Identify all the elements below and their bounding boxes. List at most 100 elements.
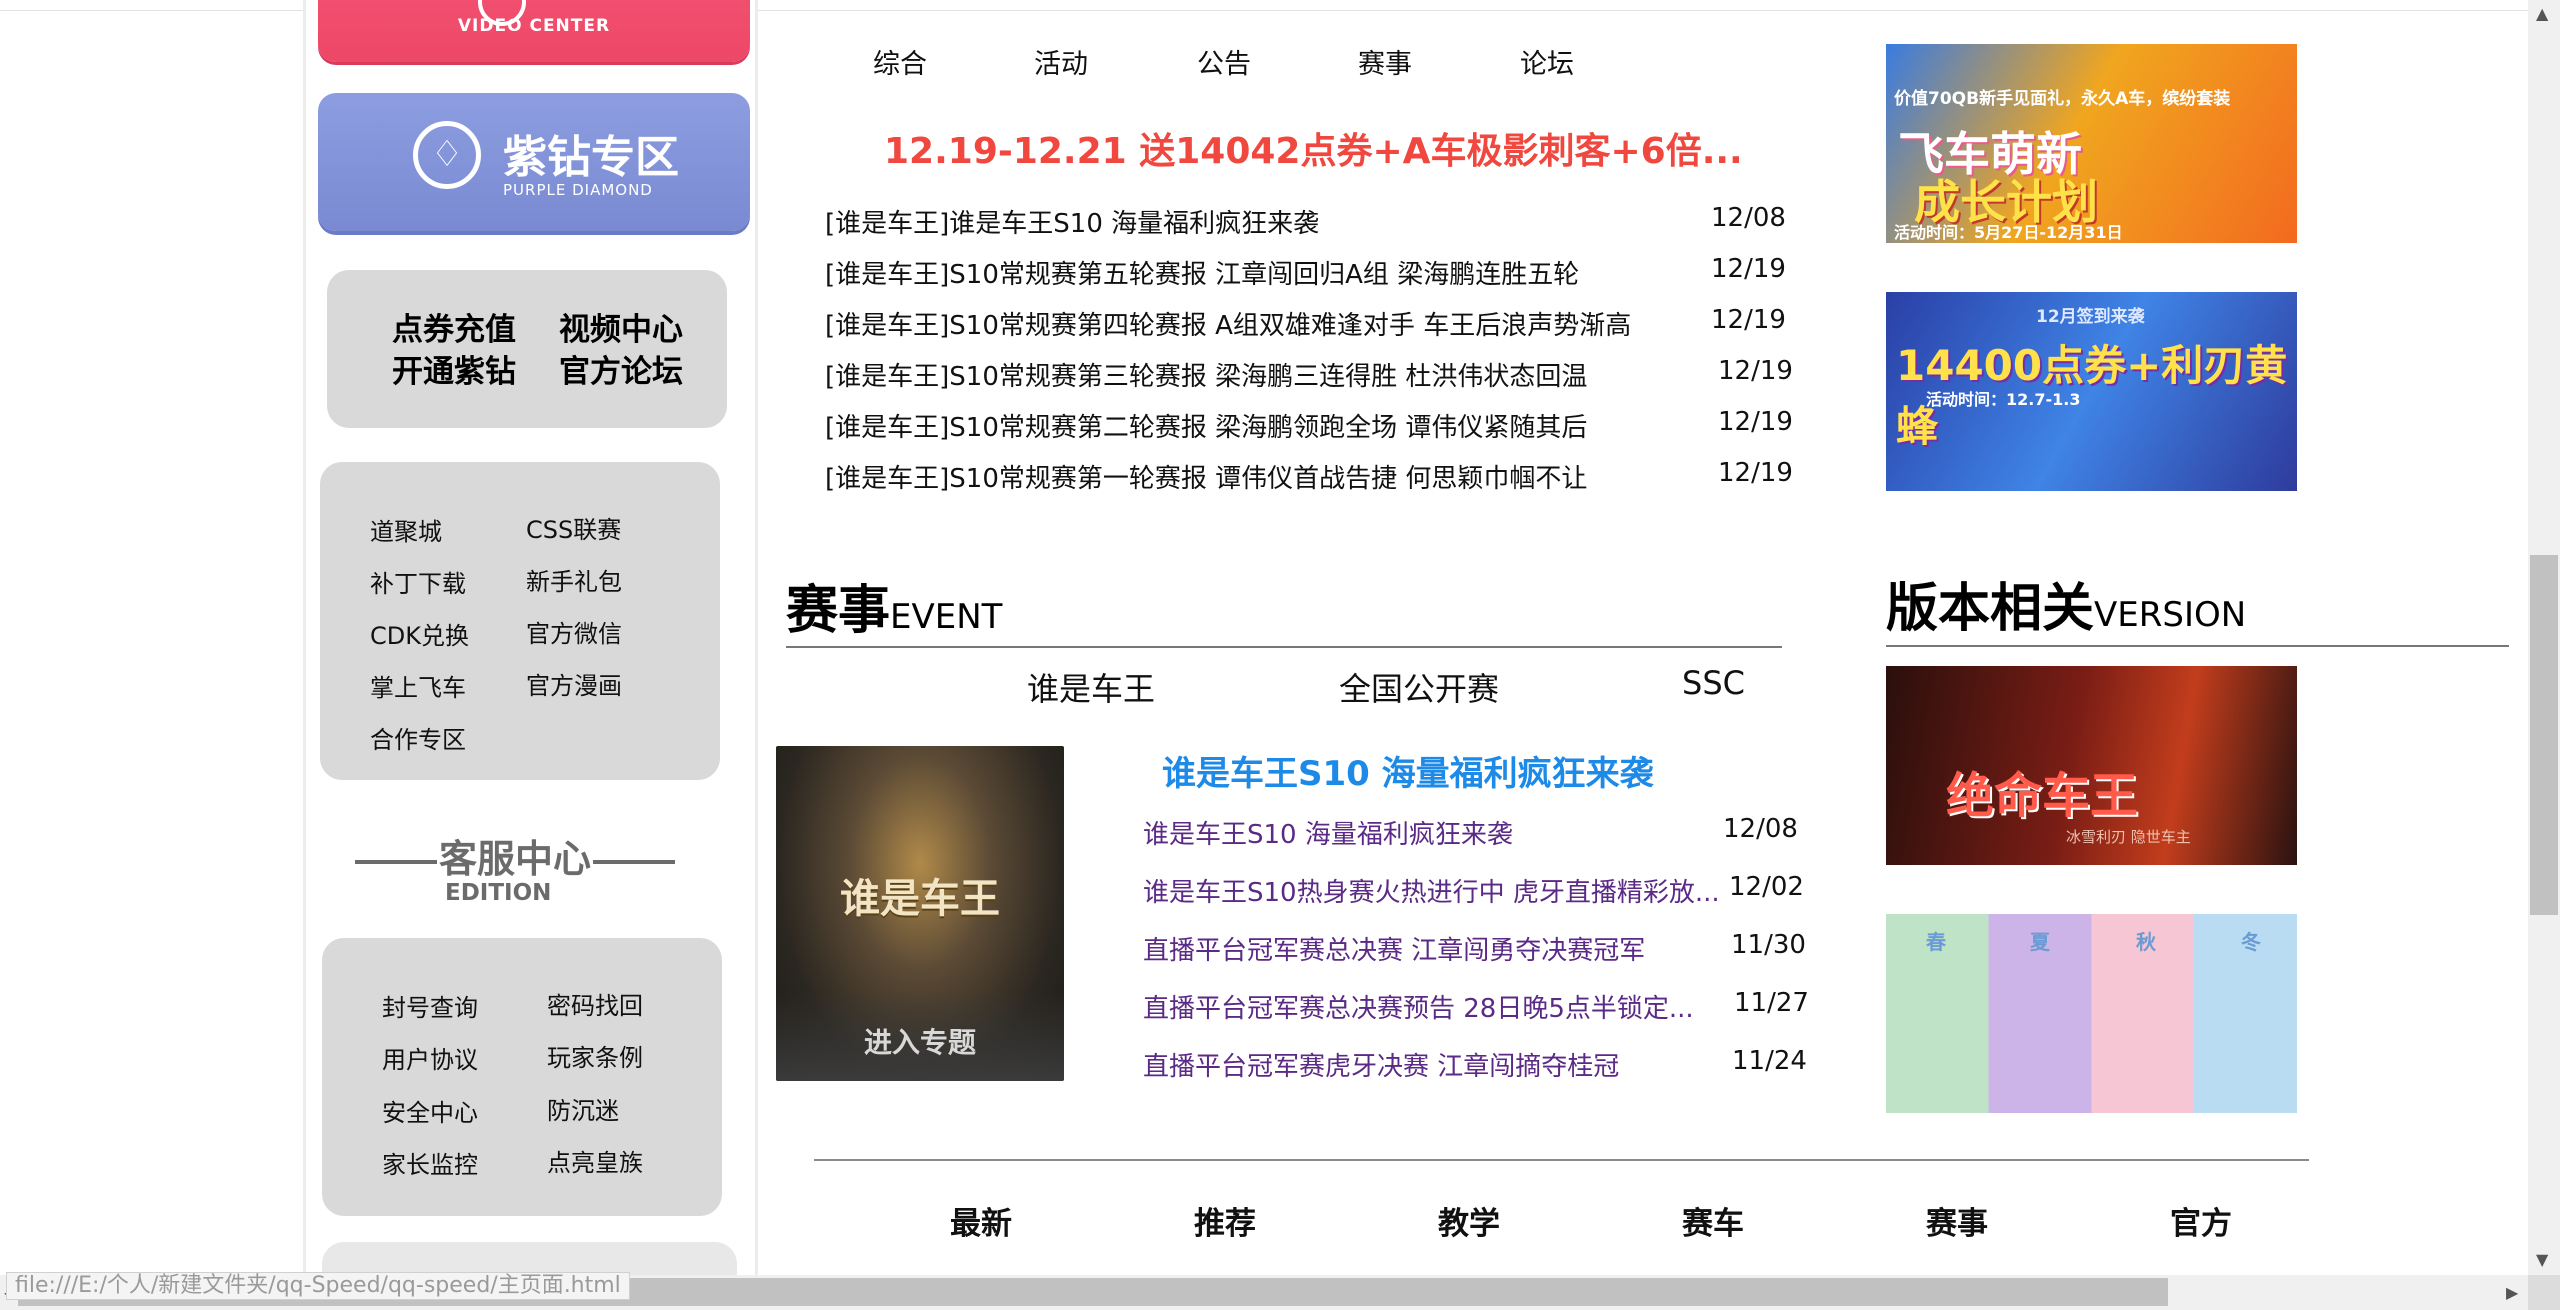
service-link[interactable]: 家长监控 bbox=[382, 1145, 478, 1180]
service-link[interactable]: 密码找回 bbox=[547, 986, 643, 1021]
event-title-cn: 赛事 bbox=[786, 581, 891, 641]
banner-text: 春 bbox=[1926, 930, 1946, 954]
version-section-title: 版本相关VERSION bbox=[1886, 566, 2246, 641]
service-links-box: 封号查询 密码找回 用户协议 玩家条例 安全中心 防沉迷 家长监控 点亮皇族 bbox=[322, 938, 722, 1216]
sidebar-link[interactable]: CSS联赛 bbox=[526, 510, 621, 545]
event-news-title[interactable]: 谁是车王S10热身赛火热进行中 虎牙直播精彩放... bbox=[1143, 872, 1720, 909]
service-center-title: 客服中心 bbox=[345, 828, 685, 883]
bottom-tab-car[interactable]: 赛车 bbox=[1682, 1198, 1744, 1243]
event-tab-ssc[interactable]: SSC bbox=[1682, 664, 1745, 702]
tab-activity[interactable]: 活动 bbox=[1034, 42, 1088, 81]
event-news-title[interactable]: 直播平台冠军赛总决赛 江章闯勇夺决赛冠军 bbox=[1143, 930, 1645, 967]
event-title-en: EVENT bbox=[890, 597, 1003, 637]
news-headline[interactable]: 12.19-12.21 送14042点券+A车极影刺客+6倍... bbox=[884, 122, 1743, 174]
service-link[interactable]: 安全中心 bbox=[382, 1093, 478, 1128]
sidebar-link[interactable]: 官方微信 bbox=[526, 614, 622, 649]
news-date: 12/19 bbox=[1718, 407, 1793, 437]
service-link[interactable]: 封号查询 bbox=[382, 988, 478, 1023]
version-divider bbox=[1886, 645, 2509, 647]
sidebar-link[interactable]: CDK兑换 bbox=[370, 616, 469, 651]
service-center-sub: EDITION bbox=[445, 880, 552, 906]
sidebar-link[interactable]: 掌上飞车 bbox=[370, 668, 466, 703]
enter-topic-button[interactable]: 进入专题 bbox=[776, 1021, 1064, 1061]
scrollbar-corner bbox=[2528, 1275, 2560, 1310]
video-center-sub: VIDEO CENTER bbox=[457, 16, 611, 36]
quick-links-box: 点券充值 视频中心 开通紫钻 官方论坛 bbox=[327, 270, 727, 428]
bottom-tab-latest[interactable]: 最新 bbox=[950, 1198, 1012, 1243]
news-row[interactable]: [谁是车王]S10常规赛第五轮赛报 江章闯回归A组 梁海鹏连胜五轮 12/19 bbox=[825, 254, 1786, 294]
purple-diamond-button[interactable]: ♢ 紫钻专区 PURPLE DIAMOND bbox=[318, 93, 750, 231]
banner-text: 冰雪利刃 隐世车主 bbox=[2066, 828, 2191, 846]
event-news-title[interactable]: 直播平台冠军赛虎牙决赛 江章闯摘夺桂冠 bbox=[1143, 1046, 1619, 1083]
bottom-tab-teaching[interactable]: 教学 bbox=[1438, 1198, 1500, 1243]
sidebar-link[interactable]: 合作专区 bbox=[370, 720, 466, 755]
banner-version-king[interactable]: 绝命车王 冰雪利刃 隐世车主 bbox=[1886, 666, 2297, 865]
banner-newbie-growth[interactable]: 价值70QB新手见面礼，永久A车，缤纷套装 飞车萌新 成长计划 活动时间：5月2… bbox=[1886, 44, 2297, 243]
banner-december-signin[interactable]: 12月签到来袭 14400点券+利刃黄蜂 活动时间：12.7-1.3 bbox=[1886, 292, 2297, 491]
news-title: [谁是车王]S10常规赛第四轮赛报 A组双雄难逢对手 车王后浪声势渐高 bbox=[825, 311, 1632, 341]
sidebar-links-box: 道聚城 CSS联赛 补丁下载 新手礼包 CDK兑换 官方微信 掌上飞车 官方漫画… bbox=[320, 462, 720, 780]
news-row[interactable]: [谁是车王]谁是车王S10 海量福利疯狂来袭 12/08 bbox=[825, 203, 1786, 243]
service-link[interactable]: 点亮皇族 bbox=[547, 1143, 643, 1178]
service-center-label: 客服中心 bbox=[438, 837, 591, 881]
service-link[interactable]: 用户协议 bbox=[382, 1040, 478, 1075]
news-title: [谁是车王]S10常规赛第三轮赛报 梁海鹏三连得胜 杜洪伟状态回温 bbox=[825, 362, 1588, 392]
event-image-title: 谁是车王 bbox=[840, 876, 1000, 922]
news-row[interactable]: [谁是车王]S10常规赛第二轮赛报 梁海鹏领跑全场 谭伟仪紧随其后 12/19 bbox=[825, 407, 1793, 447]
bottom-tab-recommend[interactable]: 推荐 bbox=[1194, 1198, 1256, 1243]
video-center-button[interactable]: VIDEO CENTER bbox=[318, 0, 750, 62]
scroll-up-icon[interactable]: ▲ bbox=[2536, 4, 2548, 23]
vertical-scroll-thumb[interactable] bbox=[2530, 555, 2558, 915]
news-date: 12/19 bbox=[1711, 254, 1786, 284]
banner-text: 秋 bbox=[2136, 930, 2156, 954]
sidebar-link[interactable]: 道聚城 bbox=[370, 512, 442, 547]
event-news-title[interactable]: 直播平台冠军赛总决赛预告 28日晚5点半锁定... bbox=[1143, 988, 1694, 1025]
version-title-cn: 版本相关 bbox=[1886, 579, 2095, 639]
sidebar-link[interactable]: 补丁下载 bbox=[370, 564, 466, 599]
sidebar-link[interactable]: 新手礼包 bbox=[526, 562, 622, 597]
banner-text: 绝命车王 bbox=[1946, 768, 2139, 824]
quick-link-purple[interactable]: 开通紫钻 bbox=[392, 346, 516, 391]
news-row[interactable]: [谁是车王]S10常规赛第一轮赛报 谭伟仪首战告捷 何思颖巾帼不让 12/19 bbox=[825, 458, 1793, 498]
event-news-date: 11/30 bbox=[1731, 930, 1806, 960]
sidebar-link[interactable]: 官方漫画 bbox=[526, 666, 622, 701]
banner-text: 夏 bbox=[2030, 930, 2050, 954]
status-url: file:///E:/个人/新建文件夹/qq-Speed/qq-speed/主页… bbox=[6, 1272, 630, 1300]
divider bbox=[593, 859, 675, 864]
scroll-down-icon[interactable]: ▼ bbox=[2536, 1250, 2548, 1269]
bottom-divider bbox=[814, 1159, 2309, 1161]
news-title: [谁是车王]S10常规赛第二轮赛报 梁海鹏领跑全场 谭伟仪紧随其后 bbox=[825, 413, 1588, 443]
event-news-date: 11/27 bbox=[1734, 988, 1809, 1018]
divider bbox=[354, 859, 437, 864]
news-row[interactable]: [谁是车王]S10常规赛第三轮赛报 梁海鹏三连得胜 杜洪伟状态回温 12/19 bbox=[825, 356, 1793, 396]
event-section-title: 赛事EVENT bbox=[786, 568, 1002, 643]
tab-event[interactable]: 赛事 bbox=[1358, 42, 1412, 81]
tab-forum[interactable]: 论坛 bbox=[1520, 42, 1574, 81]
purple-diamond-sub: PURPLE DIAMOND bbox=[503, 181, 653, 199]
news-date: 12/08 bbox=[1711, 203, 1786, 233]
scroll-right-icon[interactable]: ▶ bbox=[2506, 1283, 2518, 1302]
event-news-date: 11/24 bbox=[1732, 1046, 1807, 1076]
banner-text: 冬 bbox=[2241, 930, 2261, 954]
news-row[interactable]: [谁是车王]S10常规赛第四轮赛报 A组双雄难逢对手 车王后浪声势渐高 12/1… bbox=[825, 305, 1786, 345]
news-title: [谁是车王]S10常规赛第一轮赛报 谭伟仪首战告捷 何思颖巾帼不让 bbox=[825, 464, 1588, 494]
service-link[interactable]: 防沉迷 bbox=[547, 1091, 619, 1126]
event-news-title[interactable]: 谁是车王S10 海量福利疯狂来袭 bbox=[1143, 814, 1513, 851]
banner-text: 活动时间：12.7-1.3 bbox=[1926, 390, 2081, 409]
quick-link-video[interactable]: 视频中心 bbox=[559, 304, 683, 349]
event-tab-open[interactable]: 全国公开赛 bbox=[1339, 664, 1499, 710]
news-title: [谁是车王]谁是车王S10 海量福利疯狂来袭 bbox=[825, 209, 1320, 239]
version-title-en: VERSION bbox=[2094, 595, 2247, 635]
banner-four-seasons[interactable]: 春 夏 秋 冬 bbox=[1886, 914, 2297, 1113]
tab-notice[interactable]: 公告 bbox=[1197, 42, 1251, 81]
quick-link-forum[interactable]: 官方论坛 bbox=[559, 346, 683, 391]
event-news-date: 12/02 bbox=[1729, 872, 1804, 902]
bottom-tab-official[interactable]: 官方 bbox=[2170, 1198, 2232, 1243]
service-link[interactable]: 玩家条例 bbox=[547, 1038, 643, 1073]
event-feature-image[interactable]: 谁是车王 进入专题 bbox=[776, 746, 1064, 1081]
tab-all[interactable]: 综合 bbox=[873, 42, 927, 81]
event-headline[interactable]: 谁是车王S10 海量福利疯狂来袭 bbox=[1162, 746, 1654, 795]
bottom-tab-event[interactable]: 赛事 bbox=[1926, 1198, 1988, 1243]
quick-link-recharge[interactable]: 点券充值 bbox=[392, 304, 516, 349]
event-tab-king[interactable]: 谁是车王 bbox=[1027, 664, 1155, 710]
